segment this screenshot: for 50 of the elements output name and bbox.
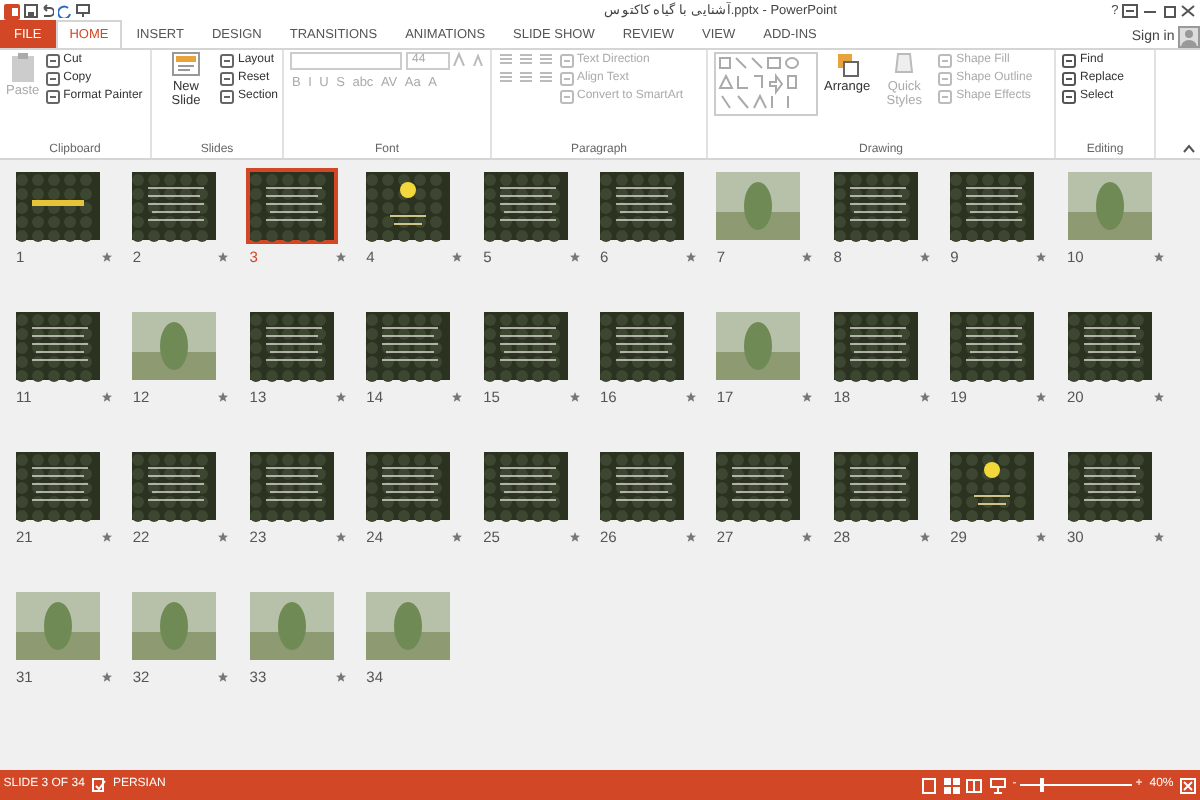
app-logo-icon[interactable] [3,3,20,19]
photo-placeholder[interactable] [1063,168,1156,244]
slide-thumbnail[interactable] [712,448,805,524]
slide-thumbnail[interactable] [829,448,922,524]
slide-sorter-icon[interactable] [943,777,960,793]
slide-thumbnail[interactable] [946,308,1039,384]
slide-thumbnail[interactable] [829,308,922,384]
slide-thumbnail[interactable] [245,308,338,384]
photo-placeholder[interactable] [12,588,104,664]
slide-thumbnail[interactable] [12,168,104,244]
save-icon[interactable] [23,4,37,18]
slide-thumbnail[interactable] [245,168,338,244]
undo-icon[interactable] [40,4,55,18]
presentation-icon[interactable] [75,4,90,18]
slide-thumbnail[interactable] [362,308,455,384]
photo-placeholder[interactable] [128,588,221,664]
slideshow-icon[interactable] [989,777,1006,793]
slide-thumbnail[interactable] [245,448,338,524]
slide-thumbnail[interactable] [595,448,688,524]
slide-thumbnail[interactable] [128,448,221,524]
photo-placeholder[interactable] [712,168,805,244]
fit-slide-icon[interactable] [1180,777,1197,793]
slide-thumbnail[interactable] [829,168,922,244]
slide-thumbnail[interactable] [479,448,572,524]
slide-thumbnail[interactable] [128,168,221,244]
slide-thumbnail[interactable] [12,308,104,384]
photo-placeholder[interactable] [245,588,338,664]
slide-thumbnail[interactable] [479,168,572,244]
font-name-field[interactable] [290,52,403,70]
slide-thumbnail[interactable] [479,308,572,384]
slide-thumbnail[interactable] [595,168,688,244]
slide-thumbnail[interactable] [946,448,1039,524]
slide-thumbnail[interactable] [946,168,1039,244]
slide-thumbnail[interactable] [362,448,455,524]
photo-placeholder[interactable] [712,308,805,384]
close-icon[interactable] [1180,4,1197,18]
photo-placeholder[interactable] [128,308,221,384]
photo-placeholder[interactable] [362,588,455,664]
ribbon-display-icon[interactable] [1122,4,1138,18]
notes-check-icon[interactable] [91,778,106,792]
redo-icon[interactable] [58,4,72,18]
slide-thumbnail[interactable] [1063,448,1156,524]
slide-thumbnail[interactable] [1063,308,1156,384]
slide-thumbnail[interactable] [12,448,104,524]
slide-thumbnail[interactable] [362,168,455,244]
slider-thumb[interactable] [1040,778,1045,792]
collapse-ribbon-icon[interactable] [1182,144,1197,155]
maximize-icon[interactable] [1161,4,1177,18]
reading-view-icon[interactable] [966,777,983,793]
slide-thumbnail[interactable] [595,308,688,384]
